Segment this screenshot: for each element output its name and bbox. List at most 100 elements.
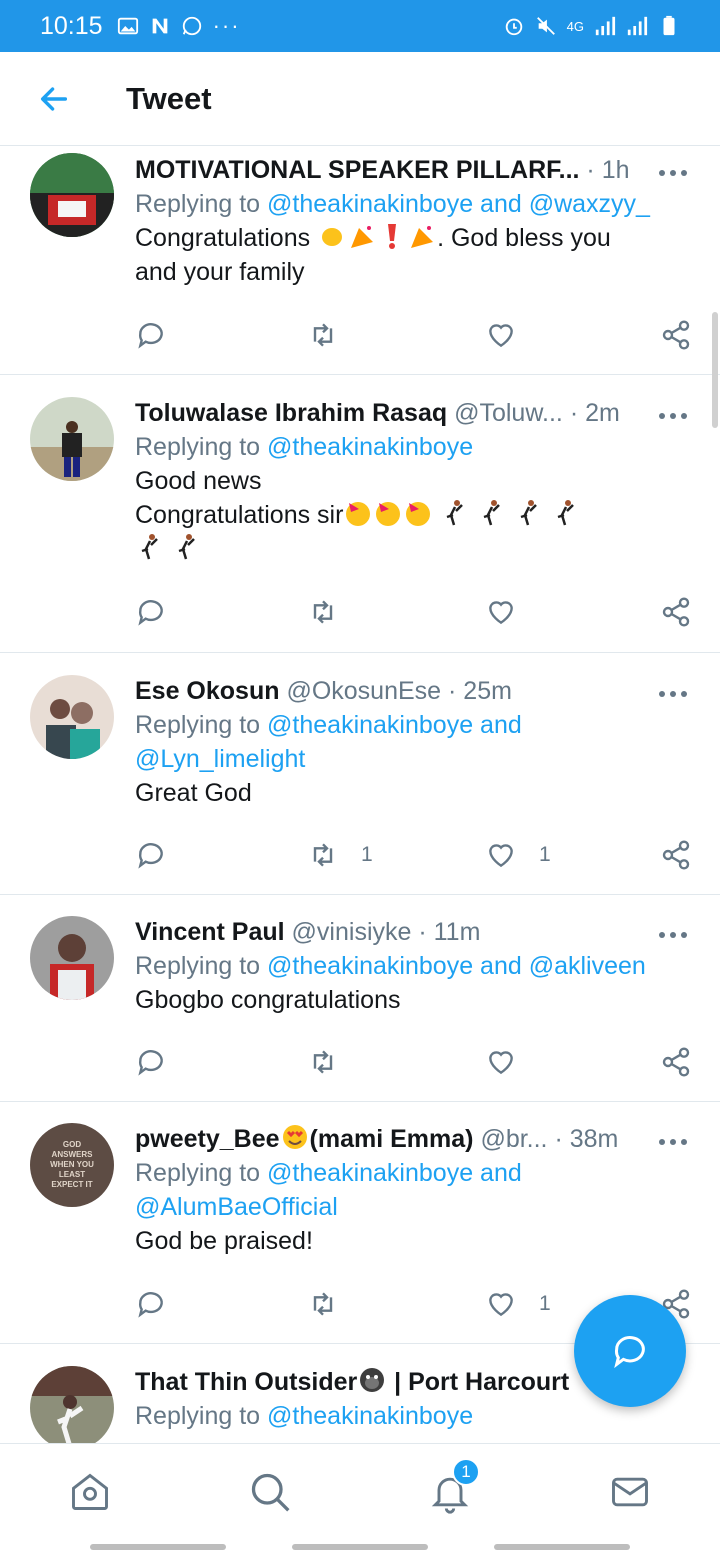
avatar-caption: GOD ANSWERS WHEN YOU LEAST EXPECT IT — [50, 1140, 94, 1189]
user-name[interactable]: That Thin Outsider — [135, 1368, 357, 1396]
heart-icon — [489, 324, 513, 348]
replying-to-link-2[interactable]: @Lyn_limelight — [135, 742, 700, 776]
replying-to-link[interactable]: @theakinakinboye — [267, 1402, 473, 1430]
nav-messages[interactable] — [608, 1470, 652, 1514]
retweet-button[interactable]: 1 — [307, 839, 373, 871]
share-button[interactable] — [660, 319, 692, 351]
retweet-icon — [313, 1292, 333, 1316]
user-name-suffix[interactable]: (mami Emma) — [310, 1125, 474, 1153]
share-icon — [662, 320, 690, 350]
share-icon — [662, 840, 690, 870]
signal-2-icon — [627, 16, 648, 36]
user-name[interactable]: Toluwalase Ibrahim Rasaq — [135, 399, 447, 427]
network-type: 4G — [566, 18, 584, 34]
replying-to-link[interactable]: @theakinakinboye and @waxzyy_ — [267, 190, 650, 218]
heart-icon — [489, 1051, 513, 1075]
reply-icon — [138, 323, 163, 349]
tweet-text: God be praised! — [135, 1227, 313, 1255]
heart-icon — [489, 601, 513, 625]
gesture-bar-center — [292, 1544, 428, 1550]
replying-label: Replying to — [135, 1159, 261, 1187]
reply-icon — [138, 600, 163, 626]
tweet-reply[interactable]: Toluwalase Ibrahim Rasaq @Toluw... · 2m … — [0, 375, 720, 653]
tweet-text-line: and your family — [135, 258, 305, 286]
avatar[interactable]: GOD ANSWERS WHEN YOU LEAST EXPECT IT — [30, 1123, 114, 1207]
gesture-bar-left — [90, 1544, 226, 1550]
like-button[interactable]: 1 — [485, 839, 551, 871]
nav-home[interactable] — [68, 1470, 112, 1514]
replies-feed[interactable]: MOTIVATIONAL SPEAKER PILLARF... · 1h Rep… — [0, 147, 720, 1443]
partying-face-emoji-icon — [346, 502, 371, 526]
tweet-actions — [135, 596, 695, 636]
like-count: 1 — [539, 1292, 551, 1315]
user-name[interactable]: MOTIVATIONAL SPEAKER PILLARF... — [135, 156, 579, 184]
like-button[interactable] — [485, 319, 517, 351]
like-button[interactable] — [485, 596, 517, 628]
avatar[interactable] — [30, 916, 114, 1000]
nav-search[interactable] — [248, 1470, 292, 1514]
replying-to-link[interactable]: @theakinakinboye and @akliveen — [267, 952, 646, 980]
compose-reply-button[interactable] — [574, 1295, 686, 1407]
reply-button[interactable] — [135, 839, 167, 871]
gesture-bar-right — [494, 1544, 630, 1550]
avatar[interactable] — [30, 153, 114, 237]
replying-to-link-2[interactable]: @AlumBaeOfficial — [135, 1190, 700, 1224]
user-name[interactable]: Ese Okosun — [135, 677, 280, 705]
notification-badge: 1 — [452, 1458, 480, 1486]
tweet-time: · 1h — [586, 156, 630, 184]
back-button[interactable] — [24, 69, 84, 129]
like-button[interactable]: 1 — [485, 1288, 551, 1320]
share-icon — [662, 597, 690, 627]
replying-to-link[interactable]: @theakinakinboye and — [267, 711, 522, 739]
user-handle: @br... — [480, 1125, 548, 1153]
avatar[interactable] — [30, 1366, 114, 1443]
partying-face-emoji-icon — [376, 502, 401, 526]
tweet-text: Gbogbo congratulations — [135, 986, 401, 1014]
tweet-actions: 1 1 — [135, 839, 695, 879]
tweet-text-continued: . God bless you — [437, 224, 611, 252]
share-button[interactable] — [660, 596, 692, 628]
clapping-hands-emoji-icon — [322, 228, 343, 246]
user-name[interactable]: Vincent Paul — [135, 918, 285, 946]
home-icon — [72, 1473, 108, 1510]
heart-icon — [489, 844, 513, 868]
share-button[interactable] — [660, 839, 692, 871]
avatar[interactable] — [30, 675, 114, 759]
like-button[interactable] — [485, 1046, 517, 1078]
reply-icon — [138, 1292, 163, 1318]
retweet-button[interactable] — [307, 1046, 339, 1078]
tweet-text-line: Congratulations sir — [135, 501, 344, 529]
reply-button[interactable] — [135, 1288, 167, 1320]
dancing-man-emoji-icon — [520, 500, 538, 526]
retweet-button[interactable] — [307, 319, 339, 351]
party-popper-emoji-icon — [351, 226, 374, 248]
retweet-icon — [313, 843, 333, 867]
tweet-text: Great God — [135, 779, 252, 807]
replying-to-link[interactable]: @theakinakinboye and — [267, 1159, 522, 1187]
partying-face-emoji-icon — [406, 502, 431, 526]
battery-icon — [663, 15, 675, 36]
dancing-man-emoji-icon — [178, 534, 195, 560]
top-header: Tweet — [0, 52, 720, 146]
retweet-button[interactable] — [307, 1288, 339, 1320]
reply-button[interactable] — [135, 1046, 167, 1078]
tweet-reply[interactable]: Vincent Paul @vinisiyke · 11m Replying t… — [0, 895, 720, 1102]
mail-icon — [612, 1477, 648, 1507]
gallery-icon — [117, 17, 138, 35]
retweet-button[interactable] — [307, 596, 339, 628]
tweet-time: · 2m — [569, 399, 620, 427]
avatar[interactable] — [30, 397, 114, 481]
tweet-time: · 25m — [448, 677, 512, 705]
tweet-reply[interactable]: Ese Okosun @OkosunEse · 25m Replying to … — [0, 653, 720, 895]
replying-to-link[interactable]: @theakinakinboye — [267, 433, 473, 461]
reply-button[interactable] — [135, 319, 167, 351]
replying-label: Replying to — [135, 433, 261, 461]
scrollbar[interactable] — [712, 312, 718, 428]
replying-label: Replying to — [135, 952, 261, 980]
user-name[interactable]: pweety_Bee — [135, 1125, 280, 1153]
reply-button[interactable] — [135, 596, 167, 628]
share-icon — [662, 1047, 690, 1077]
share-button[interactable] — [660, 1046, 692, 1078]
tweet-reply[interactable]: MOTIVATIONAL SPEAKER PILLARF... · 1h Rep… — [0, 147, 720, 375]
user-name-suffix[interactable]: | Port Harcourt — [387, 1368, 569, 1396]
